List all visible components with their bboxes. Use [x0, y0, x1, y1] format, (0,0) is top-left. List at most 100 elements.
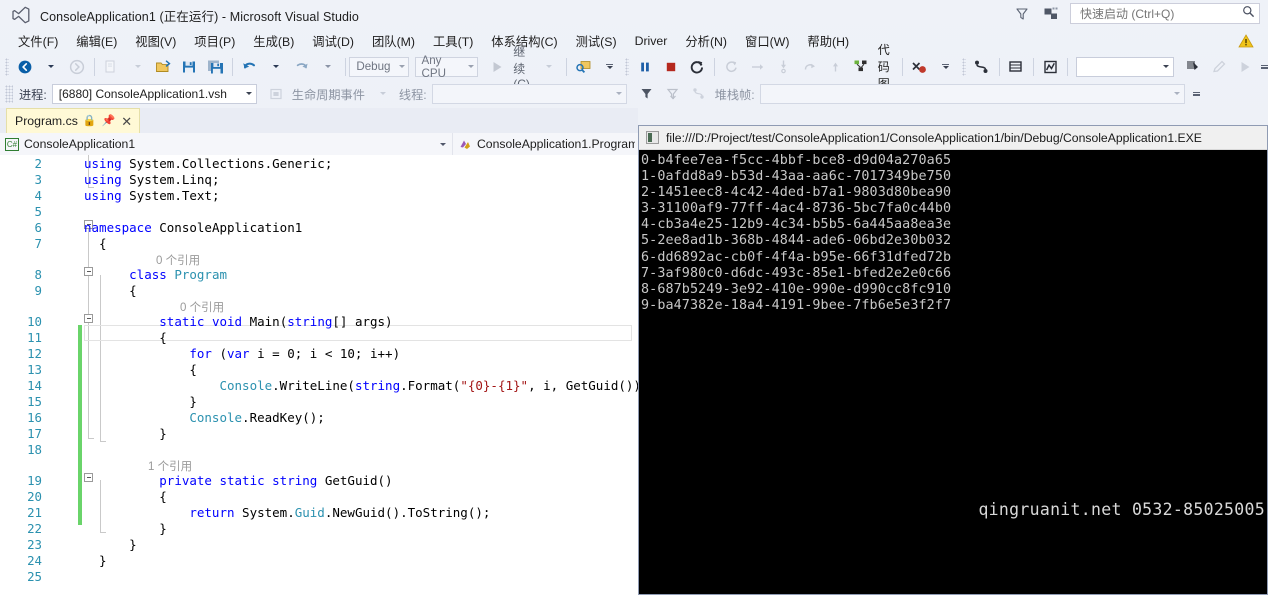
step-over-icon[interactable]: [745, 56, 771, 78]
toolbar-overflow-icon[interactable]: [1261, 56, 1268, 78]
step-into-icon[interactable]: [771, 56, 797, 78]
codelens-main-method[interactable]: 0 个引用: [180, 299, 224, 315]
search-icon[interactable]: [1242, 5, 1255, 23]
console-title-bar[interactable]: file:///D:/Project/test/ConsoleApplicati…: [639, 126, 1267, 150]
toolbar-grip[interactable]: [625, 57, 630, 76]
toolbar-grip[interactable]: [5, 84, 13, 103]
code-line-4: using System.Text;: [84, 188, 220, 203]
menu-driver[interactable]: Driver: [626, 32, 677, 50]
undo-icon[interactable]: [237, 56, 263, 78]
menu-team[interactable]: 团队(M): [363, 30, 424, 52]
codelens-getguid-method[interactable]: 1 个引用: [148, 458, 192, 474]
stackframe-label: 堆栈帧:: [714, 87, 755, 102]
breakpoint-dropdown[interactable]: [933, 56, 959, 78]
code-line-23: }: [84, 537, 137, 552]
navigate-back-dropdown[interactable]: [38, 56, 64, 78]
navigate-forward-icon[interactable]: [64, 56, 90, 78]
menu-test[interactable]: 测试(S): [567, 30, 626, 52]
codelens-class-program[interactable]: 0 个引用: [156, 252, 200, 268]
find-combo[interactable]: [1075, 56, 1175, 77]
menu-window[interactable]: 窗口(W): [736, 30, 798, 52]
console-line: 3-31100af9-77ff-4ac4-8736-5bc7fa0c44b0: [641, 201, 952, 217]
quick-launch-input[interactable]: [1078, 5, 1242, 22]
feedback-funnel-icon[interactable]: [1012, 4, 1032, 24]
visual-studio-logo-icon: [12, 6, 30, 24]
line-number: 17: [27, 426, 42, 441]
process-combo[interactable]: [6880] ConsoleApplication1.vsh: [51, 83, 257, 104]
line-number: 6: [34, 220, 42, 235]
toolbar-grip[interactable]: [5, 57, 9, 76]
visual-studio-window: ConsoleApplication1 (正在运行) - Microsoft V…: [0, 0, 1268, 595]
flag-icon[interactable]: [686, 83, 712, 105]
solution-configuration-combo[interactable]: Debug: [349, 56, 409, 77]
code-line-14: Console.WriteLine(string.Format("{0}-{1}…: [219, 378, 638, 393]
warning-triangle-icon[interactable]: [1238, 33, 1254, 49]
lifecycle-events-icon[interactable]: [263, 83, 289, 105]
breakpoint-toggle-icon[interactable]: [907, 56, 933, 78]
navbar-member-value: ConsoleApplication1.Program: [477, 137, 635, 151]
memory-window-icon[interactable]: [1003, 56, 1029, 78]
filter-icon[interactable]: [634, 83, 660, 105]
toolbar-grip[interactable]: [961, 57, 966, 76]
line-number: 19: [27, 473, 42, 488]
document-tab-strip: Program.cs 🔒 📌 ✕: [0, 108, 638, 133]
menu-build[interactable]: 生成(B): [244, 30, 303, 52]
console-window[interactable]: file:///D:/Project/test/ConsoleApplicati…: [638, 125, 1268, 595]
show-next-statement-icon[interactable]: [719, 56, 745, 78]
attach-dropdown[interactable]: [596, 56, 622, 78]
menu-debug[interactable]: 调试(D): [303, 30, 363, 52]
menu-help[interactable]: 帮助(H): [798, 30, 858, 52]
restart-circular-icon[interactable]: [684, 56, 710, 78]
navbar-type-combo[interactable]: C# ConsoleApplication1: [0, 133, 453, 155]
navigate-back-icon[interactable]: [12, 56, 38, 78]
continue-play-icon[interactable]: [484, 56, 510, 78]
performance-icon[interactable]: [1037, 56, 1063, 78]
lifecycle-dropdown[interactable]: [370, 83, 396, 105]
save-all-icon[interactable]: [202, 56, 228, 78]
console-line: 6-dd6892ac-cb0f-4f4a-b95e-66f31dfed72b: [641, 249, 952, 265]
code-line-8: class Program: [129, 267, 228, 282]
open-file-icon[interactable]: [150, 56, 176, 78]
thread-combo[interactable]: [431, 83, 627, 104]
attach-to-process-icon[interactable]: [570, 56, 596, 78]
intellitrace-icon[interactable]: [969, 56, 995, 78]
toolbar-overflow-icon[interactable]: [1191, 83, 1202, 105]
continue-dropdown[interactable]: [536, 56, 562, 78]
save-icon[interactable]: [176, 56, 202, 78]
lifecycle-label[interactable]: 生命周期事件: [292, 85, 365, 103]
close-icon[interactable]: ✕: [120, 115, 133, 128]
run-triangle-icon[interactable]: [1232, 56, 1258, 78]
code-line-10: static void Main(string[] args): [159, 314, 393, 329]
filter-down-icon[interactable]: [660, 83, 686, 105]
menu-analyze[interactable]: 分析(N): [676, 30, 736, 52]
undo-dropdown[interactable]: [263, 56, 289, 78]
stop-square-icon[interactable]: [658, 56, 684, 78]
pin-icon[interactable]: 📌: [102, 115, 116, 127]
code-map-icon[interactable]: [849, 56, 875, 78]
line-number: 11: [27, 330, 42, 345]
line-number: 3: [34, 172, 42, 187]
navbar-member-combo[interactable]: ConsoleApplication1.Program: [453, 133, 638, 155]
menu-file[interactable]: 文件(F): [9, 30, 67, 52]
edit-pencil-icon[interactable]: [1206, 56, 1232, 78]
find-in-files-icon[interactable]: [1180, 56, 1206, 78]
pause-icon[interactable]: [632, 56, 658, 78]
redo-icon[interactable]: [289, 56, 315, 78]
notifications-icon[interactable]: [1041, 4, 1061, 24]
stackframe-combo[interactable]: [759, 83, 1185, 104]
step-out-icon[interactable]: [797, 56, 823, 78]
lock-icon[interactable]: 🔒: [83, 115, 97, 127]
menu-view[interactable]: 视图(V): [126, 30, 185, 52]
quick-launch-box[interactable]: [1070, 3, 1260, 24]
tab-program-cs[interactable]: Program.cs 🔒 📌 ✕: [6, 108, 141, 133]
code-text-area[interactable]: 0 个引用 0 个引用 1 个引用 2 3 4 5 6 7 8 9 10 11 …: [0, 155, 638, 595]
menu-project[interactable]: 项目(P): [185, 30, 244, 52]
redo-dropdown[interactable]: [315, 56, 341, 78]
step-extra-icon[interactable]: [823, 56, 849, 78]
code-line-15: }: [84, 394, 197, 409]
new-project-icon[interactable]: [98, 56, 124, 78]
menu-tools[interactable]: 工具(T): [424, 30, 482, 52]
menu-edit[interactable]: 编辑(E): [67, 30, 126, 52]
solution-platform-combo[interactable]: Any CPU: [414, 54, 479, 80]
new-project-dropdown[interactable]: [124, 56, 150, 78]
